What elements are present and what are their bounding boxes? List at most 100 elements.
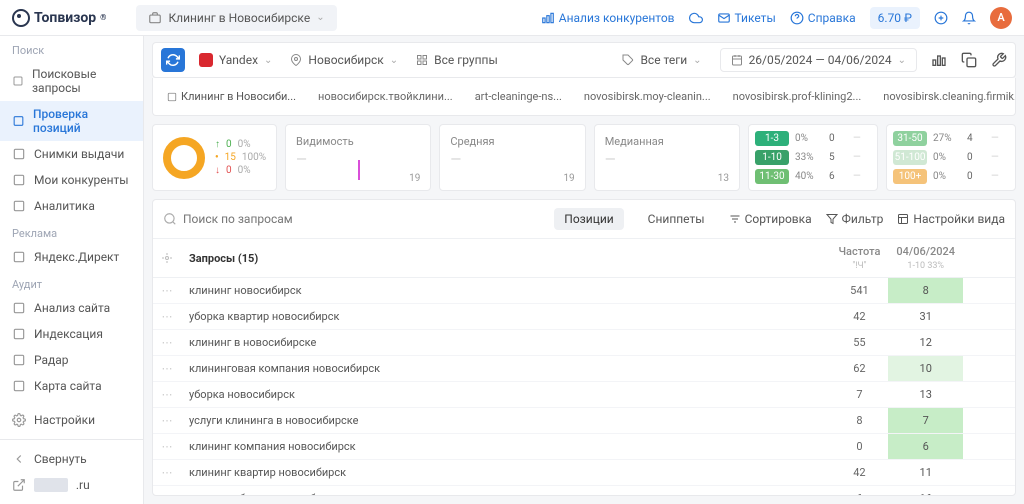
- sidebar-item[interactable]: Анализ сайта: [0, 295, 143, 321]
- col-drag: [153, 239, 181, 278]
- filter-button[interactable]: Фильтр: [826, 212, 884, 226]
- tags-selector[interactable]: Все теги ⌄: [618, 53, 705, 67]
- competitors-link[interactable]: Анализ конкурентов: [541, 11, 675, 25]
- barchart-icon[interactable]: [931, 52, 947, 68]
- sidebar-item[interactable]: Снимки выдачи: [0, 141, 143, 167]
- sidebar-section-ads: Реклама: [0, 219, 143, 244]
- tag-icon: [622, 54, 634, 66]
- mail-icon: [717, 11, 731, 25]
- sidebar-item[interactable]: Яндекс.Директ: [0, 244, 143, 270]
- sort-button[interactable]: Сортировка: [729, 212, 812, 226]
- bell-icon[interactable]: [962, 11, 976, 25]
- ranges-left: 1-30%0— 1-1033%5— 11-3040%6—: [748, 124, 878, 191]
- layout-icon: [897, 213, 909, 225]
- query-search-input[interactable]: [183, 212, 548, 226]
- copy-icon[interactable]: [961, 52, 977, 68]
- site-pill[interactable]: novosibirsk.cleaning.firmik...: [877, 86, 1016, 107]
- project-name: Клининг в Новосибирске: [168, 11, 310, 25]
- chevron-down-icon: ⌄: [898, 55, 906, 66]
- gear-icon: [12, 413, 26, 427]
- site-pill[interactable]: art-cleaninge-ns...: [469, 86, 568, 107]
- logo-icon: [12, 9, 30, 27]
- yandex-icon: [199, 53, 213, 67]
- chevron-down-icon: ⌄: [693, 55, 701, 66]
- range-row: 1-1033%5—: [755, 150, 871, 165]
- groups-selector[interactable]: Все группы: [412, 53, 502, 67]
- range-row: 11-3040%6—: [755, 169, 871, 184]
- col-date[interactable]: 04/06/2024 1-10 33%: [888, 239, 963, 278]
- sidebar-item[interactable]: Поисковые запросы: [0, 61, 143, 101]
- donut-stat: ↑00%: [215, 139, 266, 150]
- table-row[interactable]: ⋯клининг уборка новосибирск616: [153, 486, 1015, 496]
- tickets-link[interactable]: Тикеты: [717, 11, 776, 25]
- visibility-card: Видимость — 19: [285, 124, 431, 191]
- help-link[interactable]: Справка: [790, 11, 856, 25]
- table-row[interactable]: ⋯клининг компания новосибирск06: [153, 434, 1015, 460]
- balance[interactable]: 6.70 ₽: [870, 7, 920, 29]
- range-row: 1-30%0—: [755, 131, 871, 146]
- site-pill[interactable]: novosibirsk.prof-klining2...: [727, 86, 868, 107]
- pin-icon: [290, 54, 302, 66]
- table-row[interactable]: ⋯услуги клининга в новосибирске87: [153, 408, 1015, 434]
- range-row: 51-1000%0—: [893, 150, 1009, 165]
- brand-logo[interactable]: Топвизор®: [12, 9, 106, 27]
- tab-snippets[interactable]: Сниппеты: [638, 208, 715, 230]
- region-selector[interactable]: Новосибирск ⌄: [286, 53, 402, 67]
- tab-positions[interactable]: Позиции: [554, 208, 623, 230]
- help-icon: [790, 11, 804, 25]
- table-row[interactable]: ⋯клининговая компания новосибирск6210: [153, 356, 1015, 382]
- cloud-icon[interactable]: [689, 11, 703, 25]
- sidebar-section-search: Поиск: [0, 36, 143, 61]
- sidebar-item[interactable]: Проверка позиций: [0, 101, 143, 141]
- sidebar-item[interactable]: Мои конкуренты: [0, 167, 143, 193]
- range-row: 31-5027%4—: [893, 131, 1009, 146]
- chevron-down-icon: ⌄: [316, 12, 324, 23]
- chart-icon: [541, 11, 555, 25]
- sidebar-external[interactable]: xxx.ru: [0, 472, 143, 498]
- table-row[interactable]: ⋯клининг квартир новосибирск4211: [153, 460, 1015, 486]
- search-icon: [163, 212, 177, 226]
- refresh-button[interactable]: [161, 48, 185, 72]
- range-row: 100+0%0—: [893, 169, 1009, 184]
- avatar[interactable]: А: [990, 7, 1012, 29]
- col-freq[interactable]: Частота "!Ч": [830, 239, 888, 278]
- project-selector[interactable]: Клининг в Новосибирске ⌄: [136, 5, 336, 31]
- positions-table: Запросы (15) Частота "!Ч" 04/06/2024: [153, 239, 1015, 495]
- sidebar-item[interactable]: Радар: [0, 347, 143, 373]
- chevron-down-icon: ⌄: [390, 55, 398, 66]
- chevron-down-icon: ⌄: [264, 55, 272, 66]
- briefcase-icon: [148, 11, 162, 25]
- sort-icon: [729, 213, 741, 225]
- date-range[interactable]: 26/05/2024 — 04/06/2024 ⌄: [720, 48, 917, 72]
- sidebar-collapse[interactable]: Свернуть: [0, 446, 143, 472]
- refresh-icon: [166, 53, 180, 67]
- calendar-icon: [731, 54, 743, 66]
- ranges-right: 31-5027%4— 51-1000%0— 100+0%0—: [886, 124, 1016, 191]
- donut-chart: [163, 137, 205, 179]
- site-pill[interactable]: новосибирск.твойклини...: [312, 86, 459, 107]
- sidebar-item[interactable]: Аналитика: [0, 193, 143, 219]
- sidebar-settings[interactable]: Настройки: [0, 407, 143, 433]
- view-settings-button[interactable]: Настройки вида: [897, 212, 1005, 226]
- tools-icon[interactable]: [991, 52, 1007, 68]
- site-pill[interactable]: Клининг в Новосиби...: [161, 86, 302, 107]
- grid-icon: [416, 54, 428, 66]
- table-row[interactable]: ⋯уборка новосибирск713: [153, 382, 1015, 408]
- donut-card: ↑00%•15100%↓00%: [152, 124, 277, 191]
- plus-icon[interactable]: [934, 11, 948, 25]
- search-engine-selector[interactable]: Yandex ⌄: [195, 53, 276, 67]
- sparkline: [358, 160, 360, 180]
- median-card: Медианная — 13: [594, 124, 740, 191]
- donut-stat: ↓00%: [215, 165, 266, 176]
- sidebar-section-audit: Аудит: [0, 270, 143, 295]
- sidebar-item[interactable]: Карта сайта: [0, 373, 143, 399]
- table-row[interactable]: ⋯клининг в новосибирске5512: [153, 330, 1015, 356]
- site-pill[interactable]: novosibirsk.moy-cleanin...: [578, 86, 717, 107]
- target-icon: [161, 252, 173, 264]
- table-row[interactable]: ⋯клининг новосибирск5418: [153, 278, 1015, 304]
- brand-name: Топвизор: [34, 10, 96, 26]
- table-row[interactable]: ⋯уборка квартир новосибирск4231: [153, 304, 1015, 330]
- avg-card: Средняя — 19: [439, 124, 585, 191]
- sidebar-item[interactable]: Индексация: [0, 321, 143, 347]
- col-query[interactable]: Запросы (15): [181, 239, 830, 278]
